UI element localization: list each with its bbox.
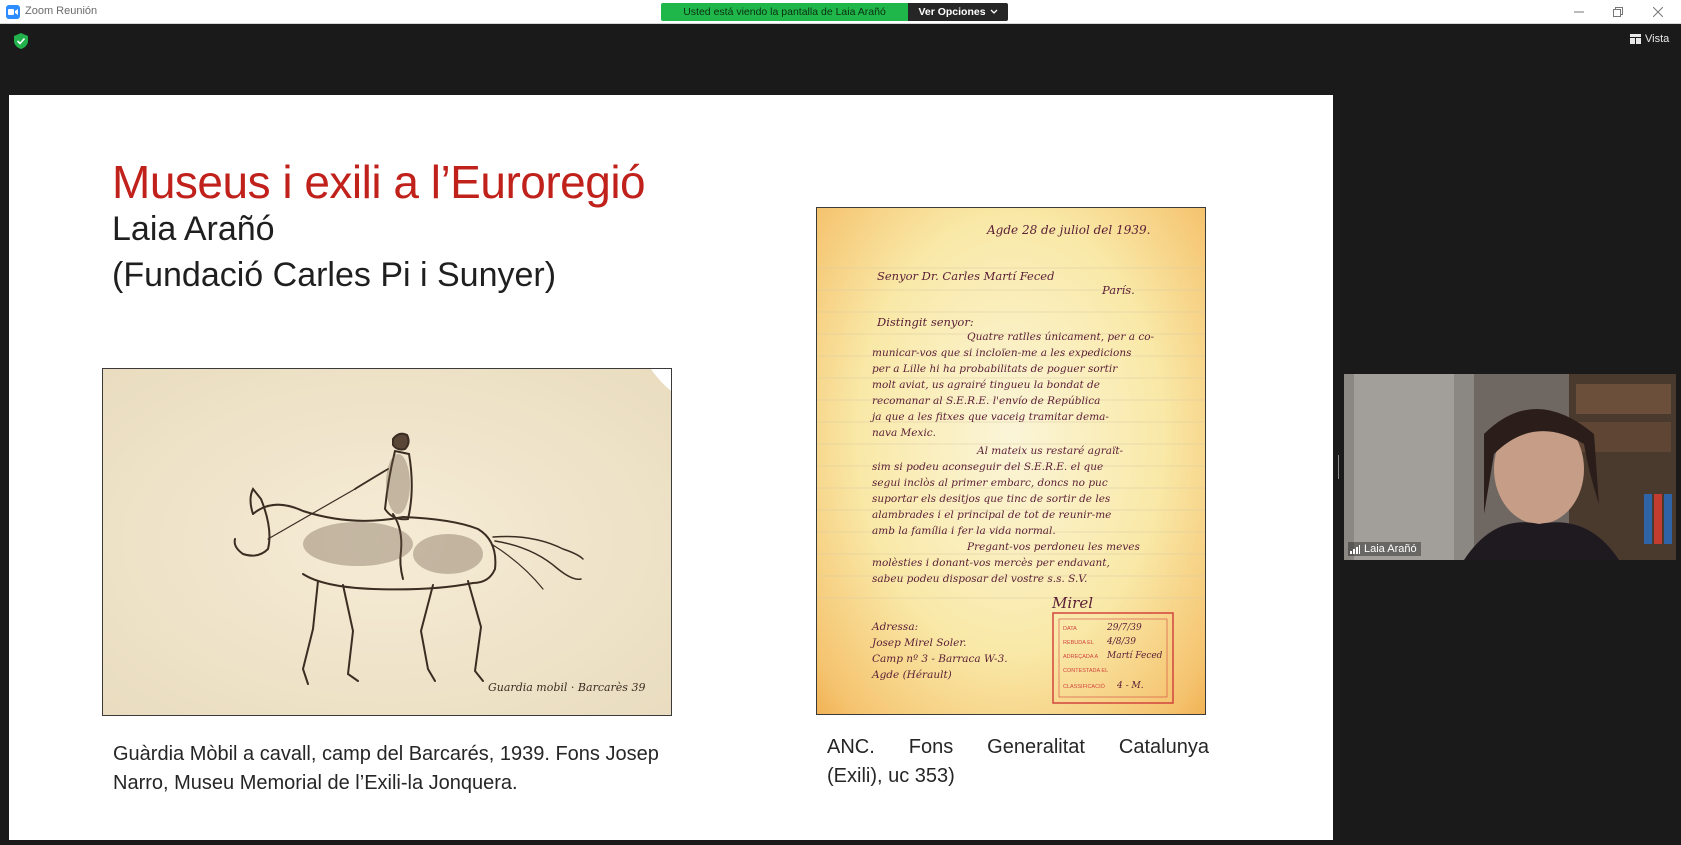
minimize-icon — [1574, 11, 1584, 13]
share-banner-text: Usted está viendo la pantalla de Laia Ar… — [683, 6, 886, 18]
participant-name: Laia Arañó — [1364, 543, 1417, 555]
letter-caption-word: Generalitat — [987, 736, 1085, 758]
stamp-classificacio-value: 4 - M. — [1116, 681, 1144, 691]
restore-icon — [1613, 7, 1623, 17]
letter-caption: ANC. Fons Generalitat Catalunya (Exili),… — [827, 733, 1209, 791]
letter-line: molèsties i donant-vos mercès per endava… — [872, 557, 1110, 569]
letter-signature: Mirel — [1051, 594, 1093, 612]
stamp-rebuda-value: 4/8/39 — [1106, 637, 1136, 647]
letter-line: Quatre ratlles únicament, per a co- — [967, 331, 1155, 343]
drawing-signature: Guardia mobil · Barcarès 39 — [488, 681, 645, 694]
letter-line: recomanar al S.E.R.E. l'envío de Repúbli… — [872, 395, 1100, 407]
letter-line: ja que a les fitxes que vaceig tramitar … — [870, 411, 1109, 423]
letter-line: Pregant-vos perdoneu les meves — [966, 541, 1140, 553]
panel-resize-handle[interactable] — [1337, 455, 1340, 479]
screen-share-banner: Usted está viendo la pantalla de Laia Ar… — [661, 3, 908, 21]
close-icon — [1653, 7, 1663, 17]
letter-line: amb la família i fer la vida normal. — [872, 525, 1056, 537]
letter-date: Agde 28 de juliol del 1939. — [986, 223, 1150, 237]
participant-video-feed — [1344, 374, 1676, 560]
letter-address-line: Agde (Hérault) — [871, 669, 952, 681]
restore-button[interactable] — [1610, 4, 1626, 20]
stamp-data-label: DATA — [1063, 626, 1077, 632]
letter-greeting: Distingit senyor: — [876, 315, 974, 329]
minimize-button[interactable] — [1571, 4, 1587, 20]
letter-caption-word: Fons — [908, 736, 954, 758]
letter-line: alambrades i el principal de tot de reun… — [872, 509, 1111, 521]
window-title: Zoom Reunión — [25, 5, 98, 17]
letter-line: municar-vos que si incloïen-me a les exp… — [872, 347, 1132, 359]
letter-address-line: Josep Mirel Soler. — [870, 637, 967, 649]
horse-rider-drawing: Guardia mobil · Barcarès 39 — [103, 369, 671, 715]
letter-line: nava Mexic. — [872, 427, 936, 439]
letter-line: suportar els desitjos que tinc de sortir… — [872, 493, 1111, 505]
bottom-strip — [0, 840, 1681, 845]
slide-organization: (Fundació Carles Pi i Sunyer) — [112, 256, 557, 294]
letter-line: sim si podeu aconseguir del S.E.R.E. el … — [872, 461, 1103, 473]
letter-caption-word: Catalunya — [1118, 736, 1209, 758]
registry-stamp: DATA REBUDA EL ADREÇADA A CONTESTADA EL … — [1052, 612, 1174, 704]
stamp-contestada-label: CONTESTADA EL — [1063, 668, 1108, 674]
letter-caption-word: ANC. — [827, 736, 875, 758]
letter-line: per a Lille hi ha probabilitats de pogue… — [872, 363, 1118, 375]
letter-address-line: Camp nº 3 - Barraca W-3. — [872, 653, 1008, 665]
view-button-label: Vista — [1645, 33, 1670, 45]
slide-title: Museus i exili a l’Euroregió — [112, 156, 646, 208]
letter-city: París. — [1101, 283, 1135, 297]
letter-line: sabeu podeu disposar del vostre s.s. S.V… — [872, 573, 1087, 585]
grid-view-icon — [1630, 34, 1641, 44]
stamp-adrecada-value: Martí Feced — [1106, 650, 1163, 661]
stamp-classificacio-label: CLASSIFICACIÓ — [1063, 683, 1106, 690]
chevron-down-icon — [990, 9, 998, 14]
letter-document-image: Agde 28 de juliol del 1939. Senyor Dr. C… — [816, 207, 1206, 715]
close-button[interactable] — [1650, 4, 1666, 20]
signal-bars-icon — [1350, 544, 1360, 554]
letter-line: molt aviat, us agrairé tingueu la bondat… — [872, 379, 1100, 391]
zoom-app-icon — [6, 5, 20, 19]
letter-address-label: Adressa: — [871, 621, 918, 633]
view-button[interactable]: Vista — [1630, 33, 1669, 45]
horse-sketch-image: Guardia mobil · Barcarès 39 — [102, 368, 672, 716]
letter-caption-line2: (Exili), uc 353) — [827, 765, 955, 787]
stamp-data-value: 29/7/39 — [1106, 623, 1142, 633]
stamp-adrecada-label: ADREÇADA A — [1063, 654, 1098, 660]
letter-salutation: Senyor Dr. Carles Martí Feced — [877, 269, 1054, 283]
view-options-button[interactable]: Ver Opciones — [908, 3, 1008, 21]
shared-slide: Museus i exili a l’Euroregió Laia Arañó … — [9, 95, 1333, 840]
window-titlebar: Zoom Reunión Usted está viendo la pantal… — [0, 0, 1681, 24]
shield-check-icon — [14, 33, 28, 49]
stamp-rebuda-label: REBUDA EL — [1063, 640, 1094, 646]
participant-video-tile[interactable]: Laia Arañó — [1344, 374, 1676, 560]
encryption-shield-button[interactable] — [14, 33, 30, 49]
view-options-label: Ver Opciones — [918, 6, 986, 18]
participant-name-tag: Laia Arañó — [1348, 542, 1421, 556]
slide-author: Laia Arañó — [112, 210, 275, 248]
handwritten-letter: Agde 28 de juliol del 1939. Senyor Dr. C… — [817, 223, 1205, 704]
letter-line: Al mateix us restaré agraït- — [976, 445, 1124, 457]
drawing-caption: Guàrdia Mòbil a cavall, camp del Barcaré… — [113, 743, 659, 794]
letter-line: segui inclòs al primer embarc, doncs no … — [872, 477, 1108, 489]
